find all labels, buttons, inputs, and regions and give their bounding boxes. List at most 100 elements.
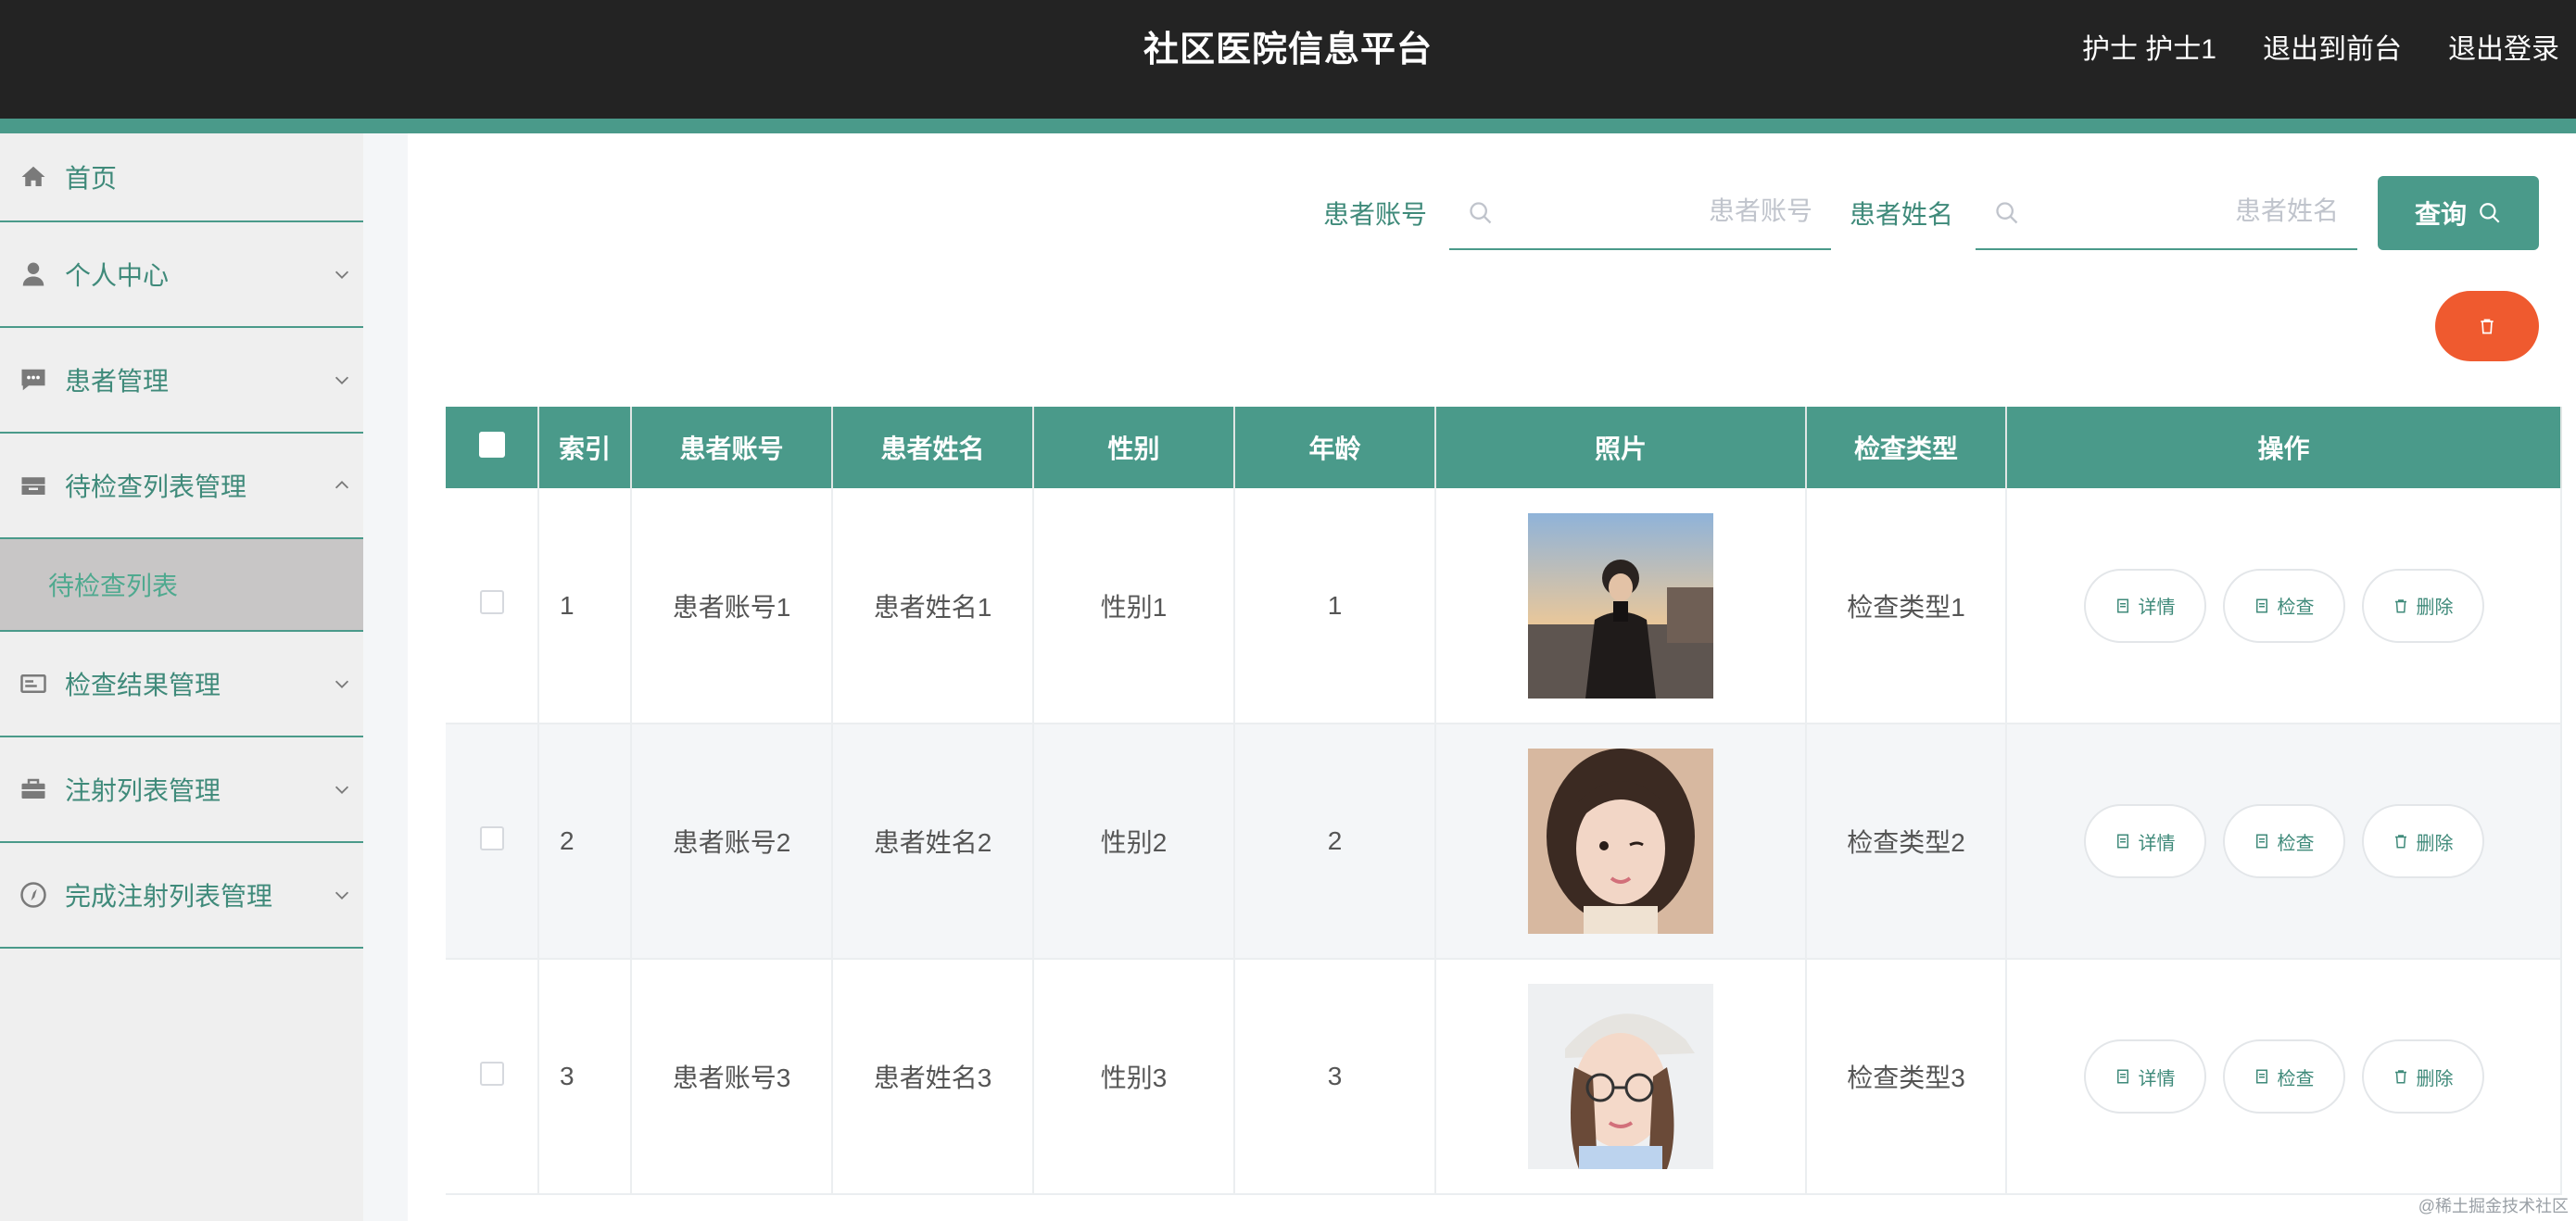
patient-table: 索引 患者账号 患者姓名 性别 年龄 照片 检查类型 操作 1 患者账号1 患者… [446,407,2562,1195]
actions-cell: 详情 检查 删除 [2006,724,2562,960]
column-header: 患者账号 [631,407,833,488]
document-icon [2255,834,2267,849]
row-checkbox[interactable] [479,825,504,850]
watermark: @稀土掘金技术社区 [2418,1197,2569,1215]
delete-button[interactable]: 删除 [2361,568,2484,643]
delete-button[interactable]: 删除 [2361,1039,2484,1114]
name-search-field [1976,176,2357,250]
row-select-cell [446,724,539,960]
detail-button[interactable]: 详情 [2083,804,2206,878]
sidebar-item-patient-management[interactable]: 患者管理 [0,328,363,434]
type-cell: 检查类型2 [1806,724,2007,960]
query-button[interactable]: 查询 [2378,176,2539,250]
age-cell: 1 [1234,488,1436,724]
gender-cell: 性别3 [1033,959,1235,1195]
briefcase-icon [19,774,48,804]
age-cell: 2 [1234,724,1436,960]
select-all-checkbox[interactable] [478,431,505,458]
document-icon [2116,834,2128,849]
table-row: 1 患者账号1 患者姓名1 性别1 1 检查类型1 详情 检查 删除 [446,488,2562,724]
trash-icon [2394,835,2406,849]
top-bar: 社区医院信息平台 护士 护士1 退出到前台 退出登录 [0,0,2576,119]
row-select-cell [446,488,539,724]
user-label: 护士 护士1 [2081,34,2216,65]
delete-label: 删除 [2416,833,2454,854]
column-header: 性别 [1033,407,1235,488]
account-cell: 患者账号1 [631,488,833,724]
search-icon [2480,203,2500,223]
sidebar-subitem-label: 待检查列表 [48,572,179,600]
table-row: 3 患者账号3 患者姓名3 性别3 3 检查类型3 详情 检查 删除 [446,959,2562,1195]
sidebar-item-label: 注射列表管理 [65,776,221,805]
column-header: 照片 [1435,407,1807,488]
detail-button[interactable]: 详情 [2083,1039,2206,1114]
chevron-down-icon [335,680,349,688]
sidebar-item-completed-injection-management[interactable]: 完成注射列表管理 [0,843,363,949]
sidebar-subitem-pending-check-list[interactable]: 待检查列表 [0,539,363,632]
chevron-down-icon [335,786,349,794]
name-cell: 患者姓名1 [832,488,1034,724]
name-search-label: 患者姓名 [1849,200,1953,229]
gender-cell: 性别2 [1033,724,1235,960]
check-label: 检查 [2277,598,2315,618]
logout-link[interactable]: 退出登录 [2448,26,2559,67]
back-to-front-link[interactable]: 退出到前台 [2263,26,2402,67]
card-icon [19,669,48,699]
delete-label: 删除 [2416,598,2454,618]
sidebar-item-label: 检查结果管理 [65,671,221,699]
select-all-cell [446,407,539,488]
check-button[interactable]: 检查 [2222,568,2345,643]
sidebar-item-label: 个人中心 [65,261,170,290]
account-search-label: 患者账号 [1322,200,1427,229]
sidebar-item-check-result-management[interactable]: 检查结果管理 [0,632,363,737]
sidebar-item-personal-center[interactable]: 个人中心 [0,222,363,328]
compass-icon [19,880,48,910]
sidebar-item-pending-check-management[interactable]: 待检查列表管理 [0,434,363,539]
chat-icon [19,365,48,395]
person-icon [19,259,48,289]
delete-button[interactable]: 删除 [2361,804,2484,878]
column-header: 年龄 [1234,407,1436,488]
photo-cell [1435,959,1807,1195]
detail-label: 详情 [2138,598,2176,618]
check-label: 检查 [2277,1068,2315,1089]
account-cell: 患者账号3 [631,959,833,1195]
top-links: 护士 护士1 退出到前台 退出登录 [2082,26,2559,67]
chevron-down-icon [335,891,349,900]
search-bar: 患者账号 患者姓名 查询 [1323,176,2539,250]
account-search-input[interactable] [1504,189,1812,233]
search-icon [1996,202,2018,224]
account-search-field [1448,176,1831,250]
trash-icon [2394,1070,2406,1084]
sidebar-item-label: 待检查列表管理 [65,472,247,501]
batch-delete-button[interactable] [2435,291,2539,361]
sidebar-item-home[interactable]: 首页 [0,133,363,222]
name-cell: 患者姓名3 [832,959,1034,1195]
check-button[interactable]: 检查 [2222,804,2345,878]
sidebar-item-label: 首页 [65,164,118,193]
detail-button[interactable]: 详情 [2083,568,2206,643]
main-content: 患者账号 患者姓名 查询 索引 患者账号 患者姓名 性别 [408,133,2576,1221]
patient-photo [1528,512,1713,699]
trash-icon [2481,319,2494,334]
sidebar-item-injection-list-management[interactable]: 注射列表管理 [0,737,363,843]
column-header: 操作 [2006,407,2562,488]
photo-cell [1435,488,1807,724]
name-search-input[interactable] [2031,189,2339,233]
photo-cell [1435,724,1807,960]
check-button[interactable]: 检查 [2222,1039,2345,1114]
document-icon [2255,598,2267,612]
home-icon [19,162,48,192]
row-checkbox[interactable] [479,590,504,614]
patient-photo [1528,984,1713,1169]
index-cell: 1 [538,488,632,724]
type-cell: 检查类型3 [1806,959,2007,1195]
tray-icon [19,471,48,500]
row-checkbox[interactable] [479,1061,504,1086]
chevron-down-icon [335,376,349,384]
actions-cell: 详情 检查 删除 [2006,488,2562,724]
search-icon [1470,202,1492,224]
sidebar-item-label: 患者管理 [65,367,170,396]
table-header-row: 索引 患者账号 患者姓名 性别 年龄 照片 检查类型 操作 [446,407,2562,488]
document-icon [2255,1069,2267,1084]
